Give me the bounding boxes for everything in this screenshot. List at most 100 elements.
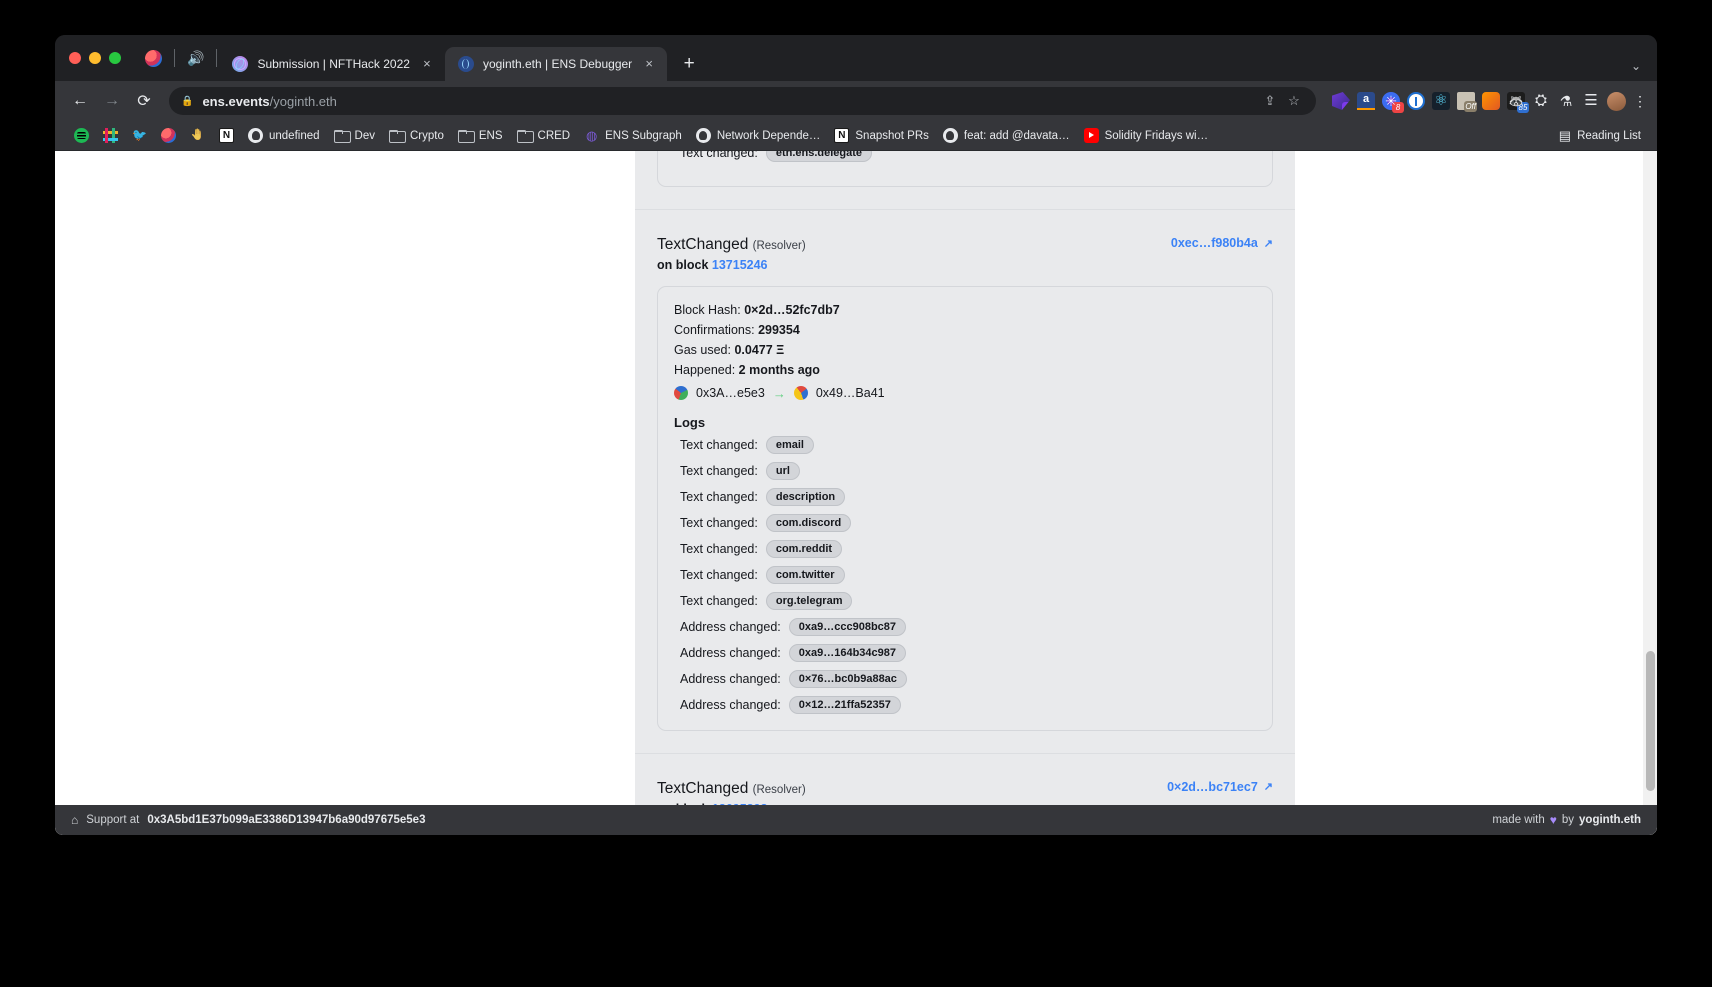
log-pill[interactable]: 0xa9…ccc908bc87 (788, 617, 907, 636)
minimize-window-button[interactable] (89, 52, 101, 64)
log-pill[interactable]: 0×76…bc0b9a88ac (788, 669, 907, 688)
log-pill[interactable]: org.telegram (765, 591, 853, 610)
external-link-icon: ↗ (1263, 781, 1273, 793)
bookmark-brand[interactable] (154, 125, 183, 146)
twitter-icon (132, 128, 147, 143)
page-left-gutter (55, 151, 635, 835)
bookmark-notion[interactable] (212, 125, 241, 146)
log-pill[interactable]: url (765, 461, 800, 480)
bookmarks-bar: undefined Dev Crypto ENS CRED ENS Subgra… (55, 121, 1657, 151)
detail-confirmations: Confirmations: 299354 (674, 321, 1256, 339)
bookmark-cred[interactable]: CRED (510, 125, 578, 146)
log-label: Address changed: (680, 645, 781, 660)
close-tab-button[interactable]: × (419, 56, 435, 72)
log-row: Address changed: 0×76…bc0b9a88ac (680, 669, 1256, 688)
transaction-hash-link[interactable]: 0xec…f980b4a ↗ (1171, 236, 1273, 250)
bookmark-spotify[interactable] (67, 125, 96, 146)
page-right-gutter (1295, 151, 1657, 835)
extension-badge: 8 (1392, 102, 1404, 113)
maximize-window-button[interactable] (109, 52, 121, 64)
bookmark-ens-subgraph[interactable]: ENS Subgraph (577, 125, 689, 146)
home-icon[interactable]: ⌂ (71, 813, 78, 827)
bookmark-label: Network Depende… (716, 129, 821, 142)
bookmark-slack[interactable] (96, 125, 125, 146)
transaction-hash-link[interactable]: 0×2d…bc71ec7 ↗ (1167, 780, 1273, 794)
bookmark-twitter[interactable] (125, 125, 154, 146)
tab-nfthack[interactable]: Submission | NFTHack 2022 × (219, 47, 445, 81)
detail-value: 299354 (758, 323, 800, 338)
detail-value: 2 months ago (738, 363, 820, 378)
to-address[interactable]: 0x49…Ba41 (816, 386, 885, 400)
bookmark-hand[interactable] (183, 125, 212, 146)
bookmark-snapshot-prs[interactable]: Snapshot PRs (827, 125, 936, 146)
metamask-fox-icon[interactable] (1482, 92, 1500, 110)
forward-button[interactable]: → (97, 86, 127, 116)
from-address-avatar (674, 386, 688, 400)
event-block-line: on block 13715246 (657, 258, 806, 272)
log-label: Text changed: (680, 515, 758, 530)
scrollbar-thumb[interactable] (1646, 651, 1655, 791)
detail-block-hash: Block Hash: 0×2d…52fc7db7 (674, 301, 1256, 319)
raccoon-extension-icon[interactable]: 85 (1507, 92, 1529, 113)
flask-icon[interactable]: ⚗ (1557, 92, 1575, 110)
close-tab-button[interactable]: × (641, 56, 657, 72)
off-toggle-extension-icon[interactable]: Off (1457, 92, 1477, 112)
log-pill[interactable]: com.twitter (765, 565, 845, 584)
log-pill[interactable]: description (765, 487, 846, 506)
bookmark-ens[interactable]: ENS (451, 125, 510, 146)
bookmark-star-icon[interactable]: ☆ (1284, 93, 1304, 109)
block-number-link[interactable]: 13715246 (712, 258, 768, 272)
bookmark-label: undefined (269, 129, 320, 142)
log-row: Address changed: 0×12…21ffa52357 (680, 695, 1256, 714)
log-pill[interactable]: com.reddit (765, 539, 843, 558)
amazon-extension-icon[interactable] (1357, 92, 1375, 110)
close-window-button[interactable] (69, 52, 81, 64)
bookmark-undefined[interactable]: undefined (241, 125, 327, 146)
log-pill[interactable]: eth.ens.delegate (765, 151, 873, 162)
profile-avatar[interactable] (1607, 91, 1626, 111)
bookmark-crypto[interactable]: Crypto (382, 125, 451, 146)
event-title: TextChanged (Resolver) (657, 780, 806, 798)
tab-ens-debugger[interactable]: yoginth.eth | ENS Debugger × (444, 47, 668, 81)
support-address[interactable]: 0x3A5bd1E37b099aE3386D13947b6a90d97675e5… (147, 814, 425, 826)
bookmark-feat-davatar[interactable]: feat: add @davata… (936, 125, 1077, 146)
log-pill[interactable]: 0×12…21ffa52357 (788, 695, 901, 714)
reading-list-icon[interactable]: ☰ (1582, 92, 1600, 110)
audio-playing-icon-button[interactable]: 🔊 (177, 35, 214, 81)
log-pill[interactable]: 0xa9…164b34c987 (788, 643, 907, 662)
from-address[interactable]: 0x3A…e5e3 (696, 386, 765, 400)
pocket-universe-extension-icon[interactable] (1407, 92, 1425, 110)
reading-list-button[interactable]: ▤ Reading List (1559, 128, 1645, 144)
detail-key: Happened: (674, 363, 736, 378)
rainbow-extension-icon[interactable]: 6 (1332, 92, 1350, 110)
back-button[interactable]: ← (65, 86, 95, 116)
log-label: Text changed: (680, 567, 758, 582)
log-pill[interactable]: com.discord (765, 513, 852, 532)
bookmark-solidity-fridays[interactable]: Solidity Fridays wi… (1077, 125, 1216, 146)
react-devtools-icon[interactable] (1432, 92, 1450, 110)
brand-icon-button[interactable] (135, 35, 172, 81)
log-label: Address changed: (680, 671, 781, 686)
new-tab-button[interactable]: + (675, 50, 703, 78)
reading-list-icon: ▤ (1558, 127, 1572, 143)
log-label: Address changed: (680, 697, 781, 712)
bookmark-dev[interactable]: Dev (327, 125, 382, 146)
starburst-extension-icon[interactable]: 8 (1382, 92, 1404, 113)
address-bar[interactable]: 🔒 ens.events/yoginth.eth ⇪ ☆ (169, 87, 1316, 115)
share-icon[interactable]: ⇪ (1260, 93, 1280, 109)
extensions-puzzle-icon[interactable]: ⛭ (1532, 92, 1550, 110)
tab-list-chevron-icon[interactable]: ⌄ (1631, 59, 1641, 73)
log-pill[interactable]: email (765, 435, 814, 454)
log-row: Text changed: com.reddit (680, 539, 1256, 558)
brand-icon (161, 128, 176, 143)
page-scrollbar[interactable] (1643, 151, 1657, 835)
bookmark-label: ENS (478, 129, 503, 142)
url-path: /yoginth.eth (269, 93, 337, 109)
author-link[interactable]: yoginth.eth (1579, 814, 1641, 826)
event-name: TextChanged (657, 779, 749, 797)
bookmark-network-dependencies[interactable]: Network Depende… (689, 125, 828, 146)
github-icon (942, 128, 958, 143)
reload-button[interactable]: ⟳ (129, 86, 159, 116)
graph-icon (584, 128, 599, 143)
chrome-menu-icon[interactable]: ⋮ (1633, 92, 1647, 110)
